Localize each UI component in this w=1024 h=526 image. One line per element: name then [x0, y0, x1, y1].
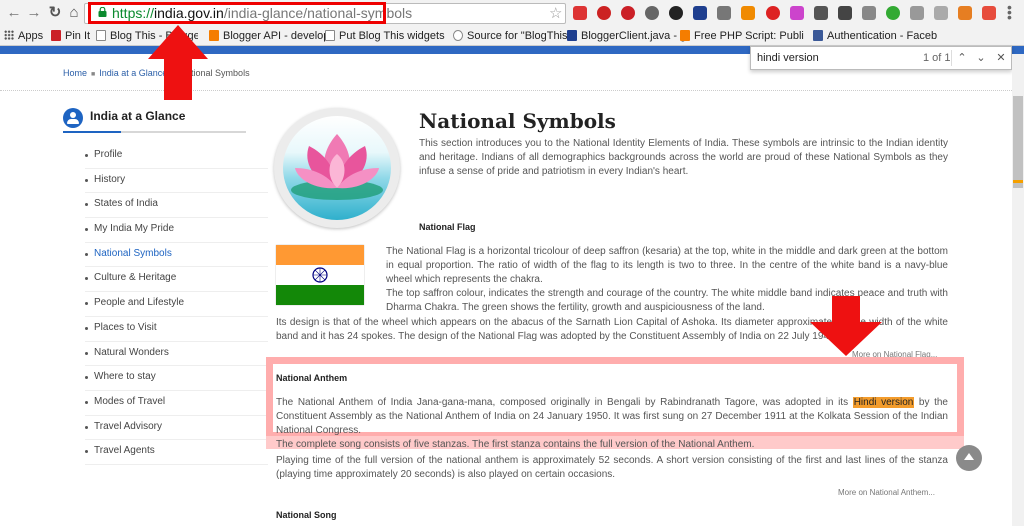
anthem-paragraph: The National Anthem of India Jana-gana-m… — [276, 397, 948, 436]
sidebar-item-natural-wonders[interactable]: Natural Wonders — [85, 342, 268, 367]
extension-mail-icon[interactable] — [645, 6, 659, 20]
extension-scissors-icon[interactable] — [958, 6, 972, 20]
sidebar-item-national-symbols[interactable]: National Symbols — [85, 243, 268, 268]
find-previous-icon[interactable]: ⌃ — [954, 50, 970, 66]
anthem-description: The National Anthem of India Jana-gana-m… — [276, 396, 948, 452]
extension-clip-icon[interactable] — [862, 6, 876, 20]
extension-grey-icon[interactable] — [910, 6, 924, 20]
find-match-count: 1 of 1 — [923, 52, 951, 64]
anthem-paragraph: The complete song consists of five stanz… — [276, 439, 755, 450]
blogger-icon — [209, 30, 219, 41]
flag-saffron-band — [276, 245, 364, 265]
reload-icon[interactable]: ↻ — [47, 5, 63, 21]
sidebar-title-underline — [63, 131, 246, 133]
bookmark-source[interactable]: Source for "BlogThis — [453, 29, 568, 44]
bookmark-authentication[interactable]: Authentication - Faceb — [813, 29, 937, 44]
national-anthem-heading: National Anthem — [276, 373, 348, 383]
extension-chart-icon[interactable] — [693, 6, 707, 20]
page-title: National Symbols — [419, 109, 616, 133]
intro-paragraph: This section introduces you to the Natio… — [419, 138, 948, 177]
page-icon — [96, 30, 106, 41]
adblock-icon[interactable] — [597, 6, 611, 20]
home-icon[interactable]: ⌂ — [66, 5, 82, 21]
page-icon — [325, 30, 335, 41]
extension-red-icon[interactable] — [573, 6, 587, 20]
flag-paragraph: The National Flag is a horizontal tricol… — [386, 246, 948, 285]
sidebar-title: India at a Glance — [90, 109, 186, 123]
sidebar-item-states-of-india[interactable]: States of India — [85, 193, 268, 219]
sidebar-item-history[interactable]: History — [85, 169, 268, 194]
find-divider — [951, 50, 952, 66]
source-icon — [453, 30, 463, 41]
extension-dark-icon[interactable] — [669, 6, 683, 20]
extension-doc-icon[interactable] — [717, 6, 731, 20]
flag-white-band — [276, 265, 364, 285]
bookmark-put-blog-this[interactable]: Put Blog This widgets — [325, 29, 445, 44]
breadcrumb-home[interactable]: Home — [63, 68, 87, 78]
ashoka-chakra-icon — [312, 267, 328, 283]
scrollbar-thumb[interactable] — [1013, 96, 1023, 188]
sidebar-item-modes-of-travel[interactable]: Modes of Travel — [85, 391, 268, 416]
red-arrow-up-icon — [148, 25, 208, 100]
extension-camera-icon[interactable] — [814, 6, 828, 20]
extension-power-icon[interactable] — [982, 6, 996, 20]
indian-flag-image — [276, 245, 364, 305]
extension-box-icon[interactable] — [934, 6, 948, 20]
pinterest-icon — [51, 30, 61, 41]
red-arrow-down-icon — [810, 296, 882, 356]
scroll-to-top-button[interactable] — [956, 445, 982, 471]
facebook-icon — [813, 30, 823, 41]
sidebar-item-places-to-visit[interactable]: Places to Visit — [85, 317, 268, 342]
find-close-icon[interactable]: ✕ — [993, 50, 1009, 66]
people-icon — [63, 108, 83, 128]
grammarly-icon[interactable] — [886, 6, 900, 20]
sidebar-item-profile[interactable]: Profile — [85, 144, 268, 169]
extension-stop-icon[interactable] — [766, 6, 780, 20]
sidebar-item-travel-advisory[interactable]: Travel Advisory — [85, 416, 268, 441]
bookmark-blogger-api[interactable]: Blogger API - develop — [209, 29, 329, 44]
browser-menu-icon[interactable]: • • • — [1007, 0, 1012, 24]
sidebar-item-people-lifestyle[interactable]: People and Lifestyle — [85, 292, 268, 317]
apps-grid-icon — [4, 30, 14, 40]
bookmark-free-php[interactable]: Free PHP Script: Publi — [680, 29, 804, 44]
sidebar-item-my-india-my-pride[interactable]: My India My Pride — [85, 218, 268, 243]
sidebar-item-where-to-stay[interactable]: Where to stay — [85, 366, 268, 391]
back-arrow-icon[interactable]: ← — [6, 5, 22, 21]
national-flag-heading: National Flag — [419, 222, 476, 232]
anthem-paragraph: Playing time of the full version of the … — [276, 455, 948, 480]
find-match-highlight: Hindi version — [852, 397, 915, 408]
bookmark-pin-it[interactable]: Pin It — [51, 29, 90, 44]
bookmark-bloggerclient[interactable]: BloggerClient.java - g — [567, 29, 686, 44]
find-input[interactable]: hindi version — [757, 52, 819, 64]
breadcrumb-separator-icon: ■ — [91, 71, 96, 78]
bookmark-star-icon[interactable]: ☆ — [549, 4, 562, 22]
pinterest-icon[interactable] — [621, 6, 635, 20]
find-next-icon[interactable]: ⌄ — [973, 50, 989, 66]
lotus-flower-icon — [291, 134, 383, 200]
extension-film-icon[interactable] — [838, 6, 852, 20]
find-bar: hindi version 1 of 1 ⌃ ⌄ ✕ — [750, 46, 1012, 70]
find-result-marker — [1013, 180, 1023, 183]
national-song-heading: National Song — [276, 510, 337, 520]
code-icon — [567, 30, 577, 41]
bookmark-apps[interactable]: Apps — [4, 29, 43, 44]
blogger-icon — [680, 30, 690, 41]
extension-tag-icon[interactable] — [790, 6, 804, 20]
forward-arrow-icon[interactable]: → — [26, 5, 42, 21]
sidebar-item-travel-agents[interactable]: Travel Agents — [85, 440, 268, 465]
flag-green-band — [276, 285, 364, 305]
sidebar-item-culture-heritage[interactable]: Culture & Heritage — [85, 267, 268, 293]
extension-new-icon[interactable] — [741, 6, 755, 20]
more-national-anthem-link[interactable]: More on National Anthem... — [838, 488, 935, 497]
lotus-image — [283, 116, 391, 220]
url-highlight-box — [88, 2, 386, 24]
sidebar-menu: Profile History States of India My India… — [85, 144, 268, 465]
